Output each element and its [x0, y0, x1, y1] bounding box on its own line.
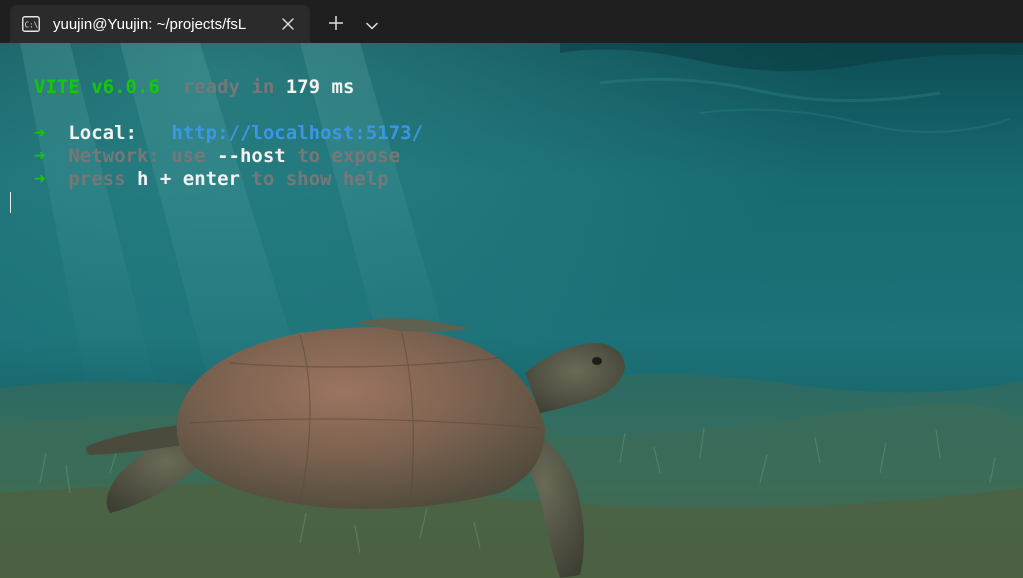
- ready-time-unit: ms: [331, 76, 355, 98]
- arrow-icon: ➜: [34, 145, 46, 167]
- new-tab-button[interactable]: [318, 7, 354, 41]
- text-cursor: [10, 192, 11, 213]
- help-rest-text: to show help: [251, 168, 389, 190]
- network-rest-text: to expose: [297, 145, 401, 167]
- network-label: Network:: [68, 145, 160, 167]
- host-flag: --host: [217, 145, 286, 167]
- terminal-window: C:\ yuujin@Yuujin: ~/projects/fsL VITE v…: [0, 0, 1023, 578]
- vite-ready-line: VITE v6.0.6 ready in 179 ms: [34, 76, 354, 99]
- help-keys: h + enter: [137, 168, 240, 190]
- ready-text: ready in: [182, 76, 275, 98]
- terminal-output: VITE v6.0.6 ready in 179 ms ➜ Local: htt…: [0, 43, 1023, 578]
- plus-icon: [328, 15, 344, 34]
- terminal-pane[interactable]: VITE v6.0.6 ready in 179 ms ➜ Local: htt…: [0, 43, 1023, 578]
- local-url-link[interactable]: http://localhost:5173/: [171, 122, 423, 144]
- tab-title: yuujin@Yuujin: ~/projects/fsL: [53, 15, 247, 33]
- network-line: ➜ Network: use --host to expose: [34, 145, 400, 168]
- ready-time: 179: [285, 76, 321, 98]
- help-line: ➜ press h + enter to show help: [34, 168, 389, 191]
- terminal-icon: C:\: [22, 15, 40, 33]
- close-icon[interactable]: [276, 12, 300, 36]
- arrow-icon: ➜: [34, 168, 46, 190]
- profile-dropdown-button[interactable]: [354, 7, 390, 41]
- local-label: Local:: [68, 122, 137, 144]
- local-line: ➜ Local: http://localhost:5173/: [34, 122, 423, 145]
- network-use-text: use: [171, 145, 206, 167]
- tab-bar: C:\ yuujin@Yuujin: ~/projects/fsL: [0, 0, 1023, 43]
- vite-name: VITE: [34, 76, 80, 98]
- chevron-down-icon: [366, 15, 378, 34]
- tab-terminal[interactable]: C:\ yuujin@Yuujin: ~/projects/fsL: [10, 5, 310, 43]
- arrow-icon: ➜: [34, 122, 46, 144]
- press-text: press: [68, 168, 126, 190]
- vite-version: v6.0.6: [91, 76, 160, 98]
- svg-text:C:\: C:\: [25, 21, 39, 30]
